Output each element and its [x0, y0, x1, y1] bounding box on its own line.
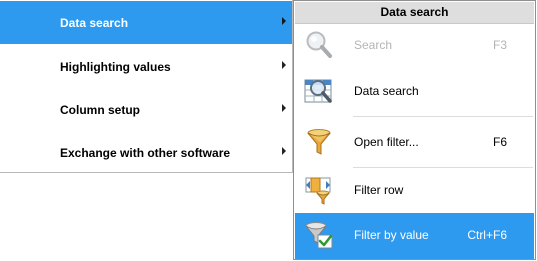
submenu-title: Data search — [295, 2, 534, 24]
submenu-item-open-filter[interactable]: Open filter... F6 — [295, 120, 534, 165]
filter-row-icon — [305, 177, 331, 205]
menu-item-label: Highlighting values — [60, 59, 171, 74]
submenu-arrow-icon — [282, 104, 286, 112]
shortcut-label: F6 — [492, 135, 507, 149]
submenu-item-label: Open filter... — [354, 135, 419, 149]
submenu-arrow-icon — [282, 147, 286, 155]
submenu-item-filter-row[interactable]: Filter row — [295, 168, 534, 213]
menu-item-label: Data search — [60, 15, 129, 30]
submenu-item-label: Data search — [354, 84, 419, 98]
data-search-submenu: Data search Search F3 Data search Open f… — [293, 0, 536, 260]
submenu-item-search[interactable]: Search F3 — [295, 23, 534, 68]
table-search-icon — [304, 79, 332, 103]
context-menu: Data search Highlighting values Column s… — [0, 0, 293, 173]
menu-item-highlighting-values[interactable]: Highlighting values — [0, 45, 292, 88]
submenu-arrow-icon — [282, 61, 286, 69]
menu-item-data-search[interactable]: Data search — [0, 1, 292, 44]
submenu-separator — [353, 116, 533, 117]
menu-item-column-setup[interactable]: Column setup — [0, 88, 292, 131]
submenu-arrow-icon — [282, 17, 286, 25]
menu-item-exchange-with-other-software[interactable]: Exchange with other software — [0, 131, 292, 174]
submenu-item-label: Search — [354, 38, 393, 52]
submenu-item-data-search[interactable]: Data search — [295, 69, 534, 114]
menu-item-label: Column setup — [60, 102, 140, 117]
submenu-item-label: Filter row — [354, 183, 404, 197]
shortcut-label: F3 — [492, 38, 507, 52]
funnel-icon — [307, 129, 331, 155]
magnifier-icon — [306, 31, 332, 58]
submenu-item-label: Filter by value — [354, 228, 429, 242]
shortcut-label: Ctrl+F6 — [467, 228, 507, 242]
filter-check-icon — [305, 222, 333, 249]
submenu-item-filter-by-value[interactable]: Filter by value Ctrl+F6 — [295, 213, 534, 259]
menu-item-label: Exchange with other software — [60, 145, 231, 160]
